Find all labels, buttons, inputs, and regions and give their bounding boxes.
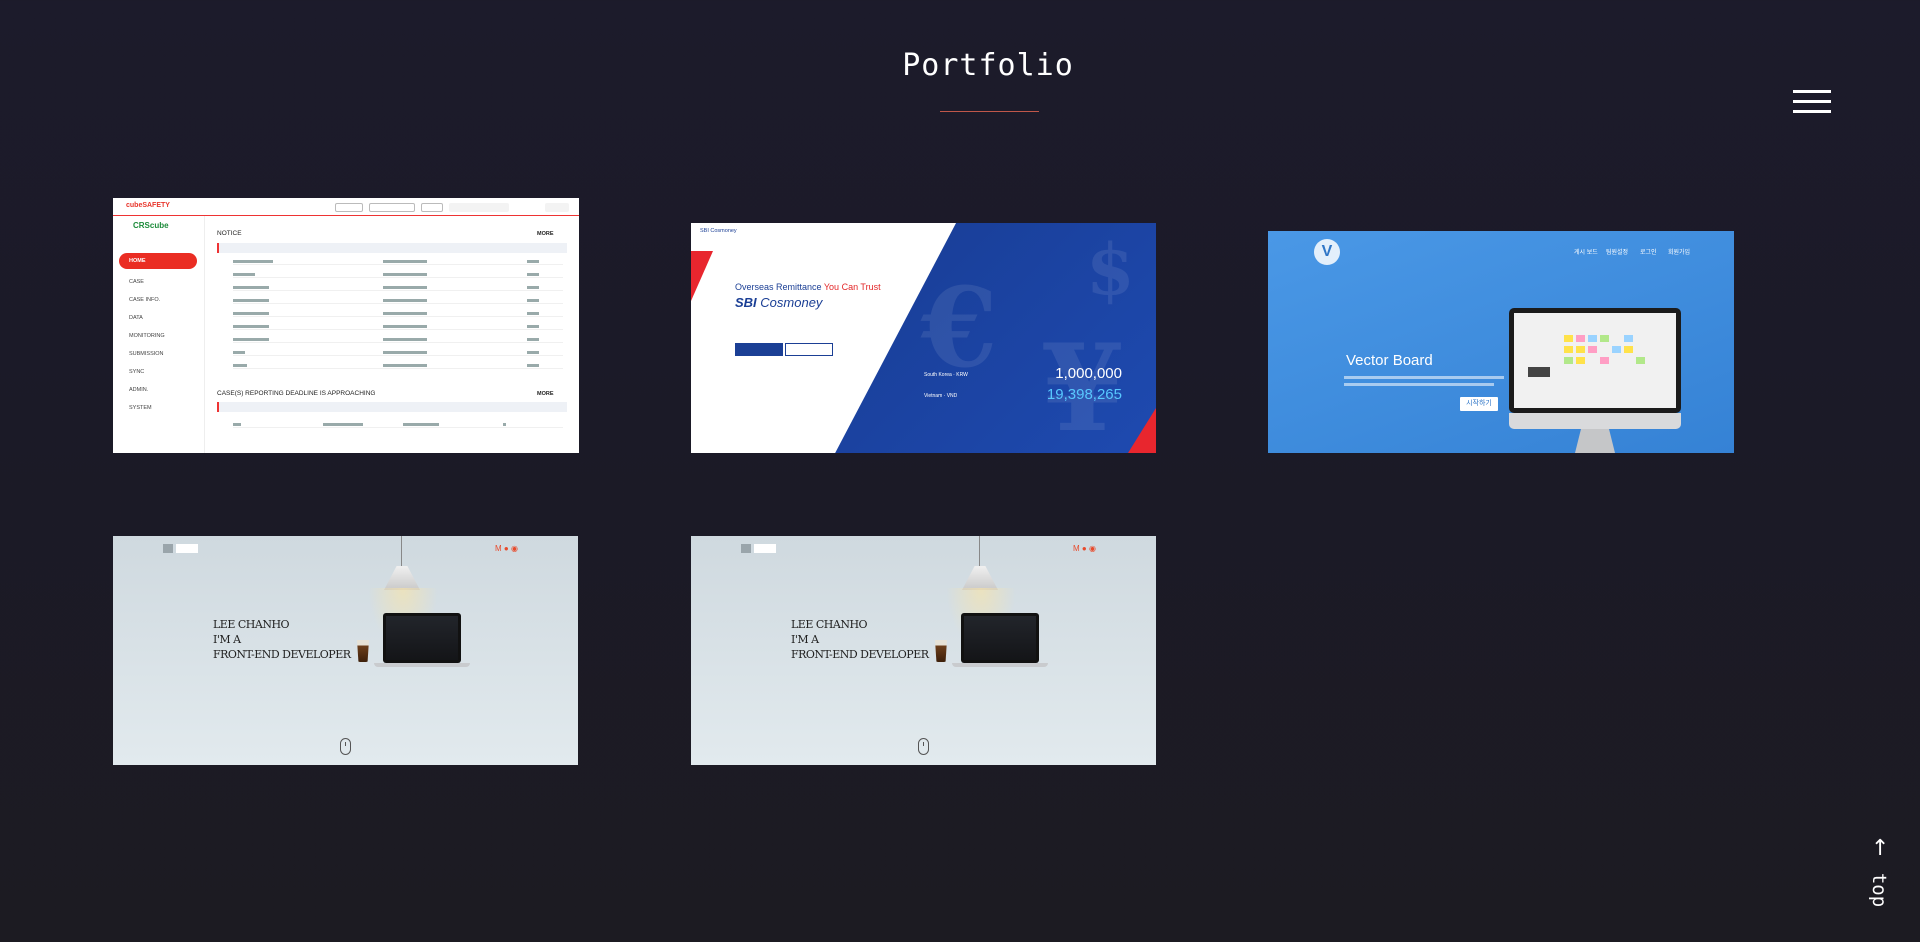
lamp-illustration	[962, 566, 998, 590]
brand-name: SBI Cosmoney	[735, 295, 823, 310]
hero-role: FRONT-END DEVELOPER	[791, 648, 929, 661]
title-underline	[940, 111, 1039, 112]
social-icons: M ● ◉	[495, 544, 518, 553]
nav-system: SYSTEM	[129, 405, 152, 411]
top-label: top	[1868, 872, 1891, 908]
notice-more: MORE	[537, 231, 554, 237]
dollar-symbol: $	[1086, 228, 1135, 311]
crscube-logo: CRScube	[133, 221, 169, 230]
nav-admin: ADMIN.	[129, 387, 149, 393]
primary-cta	[735, 343, 783, 356]
hero-line-2: I'M A	[791, 633, 819, 646]
arrow-up-icon: ↑	[1871, 836, 1890, 861]
nav-home: HOME	[119, 253, 197, 269]
vb-menu-3: 로그인	[1640, 250, 1657, 256]
lamp-illustration	[384, 566, 420, 590]
nav-case-info: CASE INFO.	[129, 297, 161, 303]
cubesafety-logo: cubeSAFETY	[126, 202, 170, 209]
page-title: Portfolio	[902, 48, 1074, 83]
nav-data: DATA	[129, 315, 143, 321]
hero-line-2: I'M A	[213, 633, 241, 646]
nav-sync: SYNC	[129, 369, 145, 375]
social-icons: M ● ◉	[1073, 544, 1096, 553]
start-button: 시작하기	[1460, 397, 1498, 411]
monitor-illustration	[1509, 308, 1681, 413]
laptop-illustration	[383, 613, 461, 663]
send-currency: South Korea · KRW	[924, 372, 968, 378]
nav-monitoring: MONITORING	[129, 333, 165, 339]
hero-name: LEE CHANHO	[213, 618, 290, 631]
portfolio-item-developer-2[interactable]: M ● ◉ LEE CHANHO I'M A FRONT-END DEVELOP…	[691, 536, 1156, 765]
vb-menu-4: 회원가입	[1668, 250, 1691, 256]
portfolio-item-sbi-cosmoney[interactable]: € ¥ $ SBI Cosmoney Overseas Remittance Y…	[691, 223, 1156, 453]
hamburger-icon	[1793, 90, 1831, 93]
vector-board-title: Vector Board	[1346, 352, 1433, 369]
scroll-mouse-icon	[918, 738, 929, 755]
deadline-more: MORE	[537, 391, 554, 397]
nav-submission: SUBMISSION	[129, 351, 164, 357]
coffee-cup-illustration	[935, 640, 947, 662]
vb-menu-1: 게시 보드	[1574, 250, 1598, 256]
receive-amount: 19,398,265	[1046, 386, 1122, 403]
deadline-heading: CASE(S) REPORTING DEADLINE IS APPROACHIN…	[217, 390, 376, 397]
secondary-cta	[785, 343, 833, 356]
vector-board-logo: V	[1314, 239, 1340, 265]
portfolio-item-developer-1[interactable]: M ● ◉ LEE CHANHO I'M A FRONT-END DEVELOP…	[113, 536, 578, 765]
hero-role: FRONT-END DEVELOPER	[213, 648, 351, 661]
laptop-illustration	[961, 613, 1039, 663]
portfolio-item-vector-board[interactable]: V 게시 보드 팀원설정 로그인 회원가입 Vector Board 시작하기	[1268, 231, 1734, 453]
headline: Overseas Remittance You Can Trust	[735, 282, 881, 292]
receive-currency: Vietnam · VND	[924, 393, 958, 399]
portfolio-item-crscube-safety[interactable]: cubeSAFETY CRScube HOME CASE CASE INFO. …	[113, 198, 579, 453]
menu-button[interactable]	[1793, 90, 1831, 116]
hero-name: LEE CHANHO	[791, 618, 868, 631]
sbi-cosmoney-logo: SBI Cosmoney	[700, 228, 737, 234]
send-amount: 1,000,000	[1055, 365, 1122, 382]
coffee-cup-illustration	[357, 640, 369, 662]
scroll-mouse-icon	[340, 738, 351, 755]
scroll-to-top-button[interactable]: ↑ top	[1866, 838, 1890, 908]
notice-heading: NOTICE	[217, 230, 242, 237]
vb-menu-2: 팀원설정	[1606, 250, 1629, 256]
nav-case: CASE	[129, 279, 144, 285]
